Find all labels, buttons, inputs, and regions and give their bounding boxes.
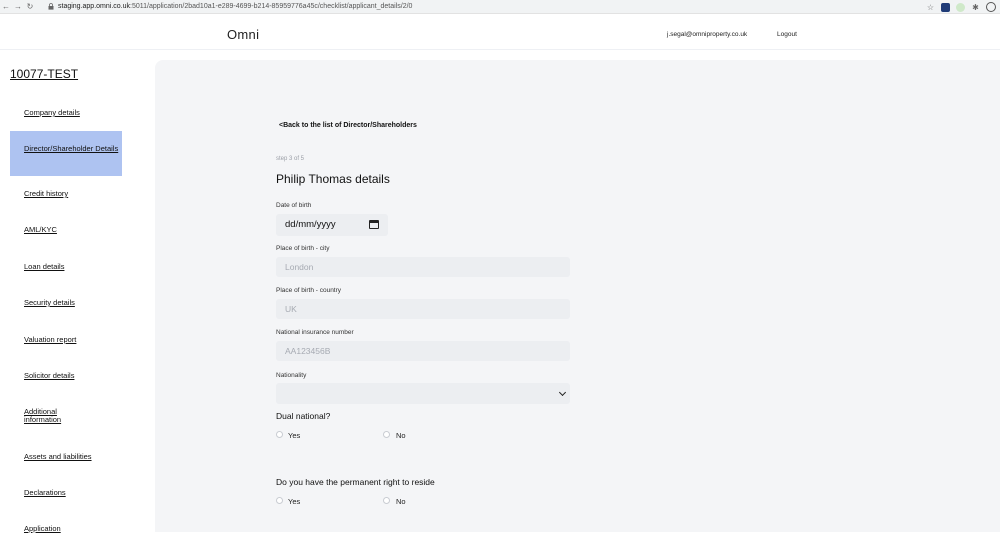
dual-national-no-radio[interactable] — [383, 431, 390, 438]
star-icon[interactable]: ☆ — [926, 3, 935, 12]
dual-national-no-label[interactable]: No — [396, 431, 406, 440]
brand-logo[interactable]: Omni — [227, 27, 259, 42]
right-to-reside-yes-label[interactable]: Yes — [288, 497, 300, 506]
address-bar[interactable]: staging.app.omni.co.uk:5011/application/… — [58, 1, 412, 13]
lock-icon — [48, 3, 54, 10]
sidebar-item-aml-kyc[interactable]: AML/KYC — [10, 226, 122, 234]
main-panel: <Back to the list of Director/Shareholde… — [155, 60, 1000, 532]
dob-label: Date of birth — [276, 202, 312, 209]
sidebar-item-company-details[interactable]: Company details — [10, 109, 122, 117]
dual-national-question: Dual national? — [276, 411, 331, 421]
chevron-down-icon — [558, 388, 567, 397]
user-email: j.segal@omniproperty.co.uk — [667, 31, 748, 38]
sidebar-item-valuation-report[interactable]: Valuation report — [10, 336, 122, 344]
dob-value: dd/mm/yyyy — [285, 219, 336, 230]
url-host: staging.app.omni.co.uk — [58, 3, 130, 10]
browser-toolbar: ← → ↻ staging.app.omni.co.uk:5011/applic… — [0, 0, 1000, 14]
sidebar-item-declarations[interactable]: Declarations — [10, 489, 122, 497]
birth-city-label: Place of birth - city — [276, 245, 330, 252]
birth-country-label: Place of birth - country — [276, 287, 342, 294]
forward-arrow-icon[interactable]: → — [12, 0, 24, 14]
dob-input[interactable]: dd/mm/yyyy — [276, 214, 388, 236]
right-to-reside-no-label[interactable]: No — [396, 497, 406, 506]
app-header: Omni j.segal@omniproperty.co.uk Logout — [0, 14, 1000, 50]
birth-city-input[interactable]: London — [276, 257, 570, 277]
page-title: Philip Thomas details — [276, 172, 390, 186]
back-arrow-icon[interactable]: ← — [0, 0, 12, 14]
ni-number-label: National insurance number — [276, 329, 354, 336]
dual-national-yes-radio[interactable] — [276, 431, 283, 438]
extension-icon[interactable] — [941, 2, 950, 12]
step-indicator: step 3 of 5 — [276, 156, 305, 162]
puzzle-icon[interactable]: ✱ — [971, 3, 980, 12]
calendar-icon[interactable] — [369, 220, 379, 229]
back-to-list-link[interactable]: <Back to the list of Director/Shareholde… — [279, 122, 417, 129]
sidebar-item-additional-information[interactable]: Additional information — [10, 408, 90, 424]
logout-link[interactable]: Logout — [777, 31, 797, 38]
application-id[interactable]: 10077-TEST — [10, 67, 78, 81]
extension-green-icon[interactable] — [956, 2, 965, 12]
birth-country-input[interactable]: UK — [276, 299, 570, 319]
nationality-label: Nationality — [276, 372, 307, 379]
sidebar-item-director-shareholder-details[interactable]: Director/Shareholder Details — [10, 131, 122, 176]
extensions-area: ☆ ✱ — [926, 1, 996, 13]
profile-icon[interactable] — [986, 2, 996, 12]
right-to-reside-question: Do you have the permanent right to resid… — [276, 477, 435, 487]
sidebar-item-assets-liabilities[interactable]: Assets and liabilities — [10, 453, 122, 461]
url-path: :5011/application/2bad10a1-e289-4699-b21… — [130, 3, 413, 10]
sidebar-nav: Company details Director/Shareholder Det… — [10, 95, 122, 533]
right-to-reside-no-radio[interactable] — [383, 497, 390, 504]
sidebar-item-loan-details[interactable]: Loan details — [10, 263, 122, 271]
nationality-select[interactable] — [276, 383, 570, 404]
dual-national-yes-label[interactable]: Yes — [288, 431, 300, 440]
sidebar-item-security-details[interactable]: Security details — [10, 299, 122, 307]
sidebar-item-credit-history[interactable]: Credit history — [10, 190, 122, 198]
right-to-reside-yes-radio[interactable] — [276, 497, 283, 504]
reload-icon[interactable]: ↻ — [24, 0, 36, 14]
ni-number-input[interactable]: AA123456B — [276, 341, 570, 361]
sidebar-item-solicitor-details[interactable]: Solicitor details — [10, 372, 122, 380]
